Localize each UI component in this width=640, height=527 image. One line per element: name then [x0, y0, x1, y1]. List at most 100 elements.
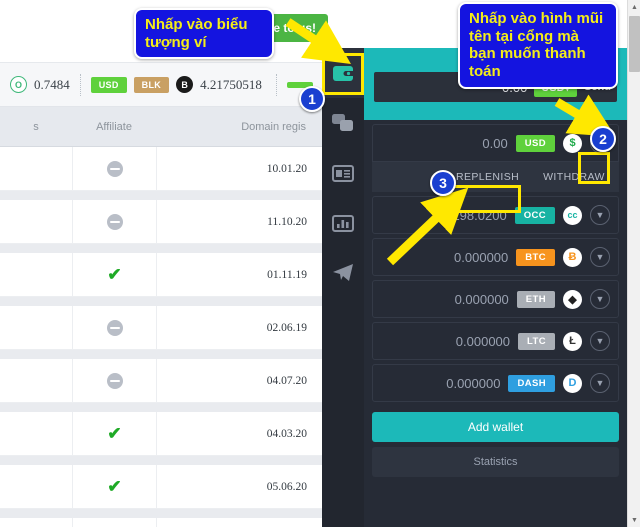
rate-item-occ: O 0.7484	[0, 63, 80, 106]
cell-status	[0, 306, 72, 349]
cell-affiliate	[73, 200, 156, 243]
table-row[interactable]: 02.06.19	[0, 305, 328, 350]
rate-item-blk: USD BLK B 4.21750518	[81, 63, 272, 106]
chevron-down-icon[interactable]: ▼	[590, 289, 610, 309]
table-row[interactable]: 04.07.20	[0, 358, 328, 403]
browser-scrollbar[interactable]: ▲ ▼	[627, 0, 640, 527]
cell-domain-date: 10.01.20	[266, 162, 307, 175]
statistics-button[interactable]: Statistics	[372, 447, 619, 477]
cell-status	[0, 253, 72, 296]
table-row[interactable]: 10.01.20	[0, 146, 328, 191]
table-row[interactable]: 30.06.20	[0, 517, 328, 527]
row-separator	[0, 456, 328, 465]
table-row[interactable]: ✔ 05.06.20	[0, 464, 328, 509]
cell-domain-date: 30.06.20	[157, 518, 317, 527]
occ-coin-icon: cc	[563, 205, 582, 225]
wallet-tag: LTC	[518, 332, 555, 350]
cell-status	[0, 412, 72, 455]
wallet-tag: ETH	[516, 290, 555, 308]
table-row[interactable]: ✔ 01.11.19	[0, 252, 328, 297]
chevron-down-icon[interactable]: ▼	[590, 373, 610, 393]
table-header-row: s Affiliate Domain regis	[0, 107, 328, 147]
add-wallet-button[interactable]: Add wallet	[372, 412, 619, 442]
table-row[interactable]: 11.10.20	[0, 199, 328, 244]
accounts-table: s Affiliate Domain regis 10.01.20 11.10.2…	[0, 107, 328, 527]
eth-coin-icon: ◆	[563, 289, 582, 309]
row-separator	[0, 244, 328, 253]
cell-domain-date: 11.10.20	[267, 215, 307, 228]
row-separator	[0, 297, 328, 306]
tab-replenish[interactable]: REPLENISH	[444, 171, 531, 183]
callout-step-1: Nhấp vào biểu tượng ví	[134, 8, 274, 60]
column-header-domain: Domain regis	[156, 121, 316, 133]
row-separator	[0, 350, 328, 359]
minus-circle-icon	[106, 319, 123, 336]
wallet-row-btc[interactable]: 0.000000 BTC Ƀ ▼	[372, 238, 619, 276]
cell-affiliate	[73, 306, 156, 349]
chevron-down-icon[interactable]: ▼	[590, 247, 610, 267]
usd-coin-icon: $	[563, 133, 582, 153]
callout-step-2: Nhấp vào hình mũi tên tại cổng mà bạn mu…	[458, 2, 618, 89]
tag-blk: BLK	[133, 76, 170, 93]
blk-coin-icon: B	[176, 76, 194, 93]
scroll-down-icon[interactable]: ▼	[628, 513, 640, 527]
wallet-amount: 0.000000	[446, 375, 501, 391]
cell-status	[0, 147, 72, 190]
scrollbar-thumb[interactable]	[629, 16, 640, 72]
wallet-row-eth[interactable]: 0.000000 ETH ◆ ▼	[372, 280, 619, 318]
wallet-main: 0.00 USD▾ Send 0.00 USD $ ▲ REPLENI	[364, 48, 627, 527]
cell-domain-date: 04.07.20	[266, 374, 307, 387]
occ-coin-icon: O	[10, 76, 27, 93]
table-row[interactable]: ✔ 04.03.20	[0, 411, 328, 456]
tag-usd: USD	[90, 76, 127, 93]
column-header-domain-label: Domain regis	[241, 120, 306, 133]
check-icon: ✔	[107, 265, 122, 284]
cell-affiliate	[73, 147, 156, 190]
rate-value-occ: 0.7484	[34, 76, 70, 92]
step-badge-1: 1	[299, 86, 325, 112]
news-icon[interactable]	[322, 148, 364, 198]
highlight-usd-chevron	[578, 152, 610, 184]
dash-coin-icon: D	[563, 373, 582, 393]
wallet-row-dash[interactable]: 0.000000 DASH D ▼	[372, 364, 619, 402]
wallet-tag: USD	[515, 134, 555, 152]
screenshot-root: >< <> Write to us! O 0.7484 USD BLK B 4.…	[0, 0, 640, 527]
wallet-widget: 0.00 USD▾ Send 0.00 USD $ ▲ REPLENI	[322, 48, 627, 527]
cell-status	[0, 200, 72, 243]
highlight-wallet-icon	[322, 53, 364, 95]
row-separator	[0, 403, 328, 412]
cell-domain-date: 04.03.20	[266, 427, 307, 440]
column-header-affiliate-label: Affiliate	[96, 120, 132, 133]
check-icon: ✔	[107, 424, 122, 443]
chat-icon[interactable]	[322, 98, 364, 148]
wallet-amount: 0.00	[482, 135, 508, 151]
cell-domain-date: 05.06.20	[266, 480, 307, 493]
cell-status	[0, 518, 72, 527]
chevron-down-icon[interactable]: ▼	[590, 331, 610, 351]
cell-status	[0, 359, 72, 402]
wallet-sidebar	[322, 48, 364, 527]
minus-circle-icon	[106, 372, 123, 389]
row-separator	[0, 191, 328, 200]
column-header-affiliate: Affiliate	[72, 121, 156, 133]
website-content: >< <> Write to us! O 0.7484 USD BLK B 4.…	[0, 0, 328, 527]
chevron-down-icon[interactable]: ▼	[590, 205, 610, 225]
column-header-status: s	[33, 120, 39, 133]
telegram-icon[interactable]	[322, 248, 364, 298]
cell-affiliate: ✔	[73, 412, 156, 455]
cell-status	[0, 465, 72, 508]
step-badge-3: 3	[430, 170, 456, 196]
statistics-icon[interactable]	[322, 198, 364, 248]
cell-affiliate: ✔	[73, 253, 156, 296]
wallet-amount: 0.000000	[454, 291, 509, 307]
cell-domain-date: 01.11.19	[267, 268, 307, 281]
highlight-replenish-tab	[447, 185, 521, 213]
minus-circle-icon	[106, 160, 123, 177]
check-icon: ✔	[107, 477, 122, 496]
rates-bar: O 0.7484 USD BLK B 4.21750518	[0, 62, 328, 107]
cell-domain-date: 02.06.19	[266, 321, 307, 334]
rate-value-blk: 4.21750518	[200, 76, 262, 92]
wallet-row-ltc[interactable]: 0.000000 LTC Ł ▼	[372, 322, 619, 360]
scroll-up-icon[interactable]: ▲	[628, 0, 640, 14]
wallet-amount: 0.000000	[454, 249, 509, 265]
